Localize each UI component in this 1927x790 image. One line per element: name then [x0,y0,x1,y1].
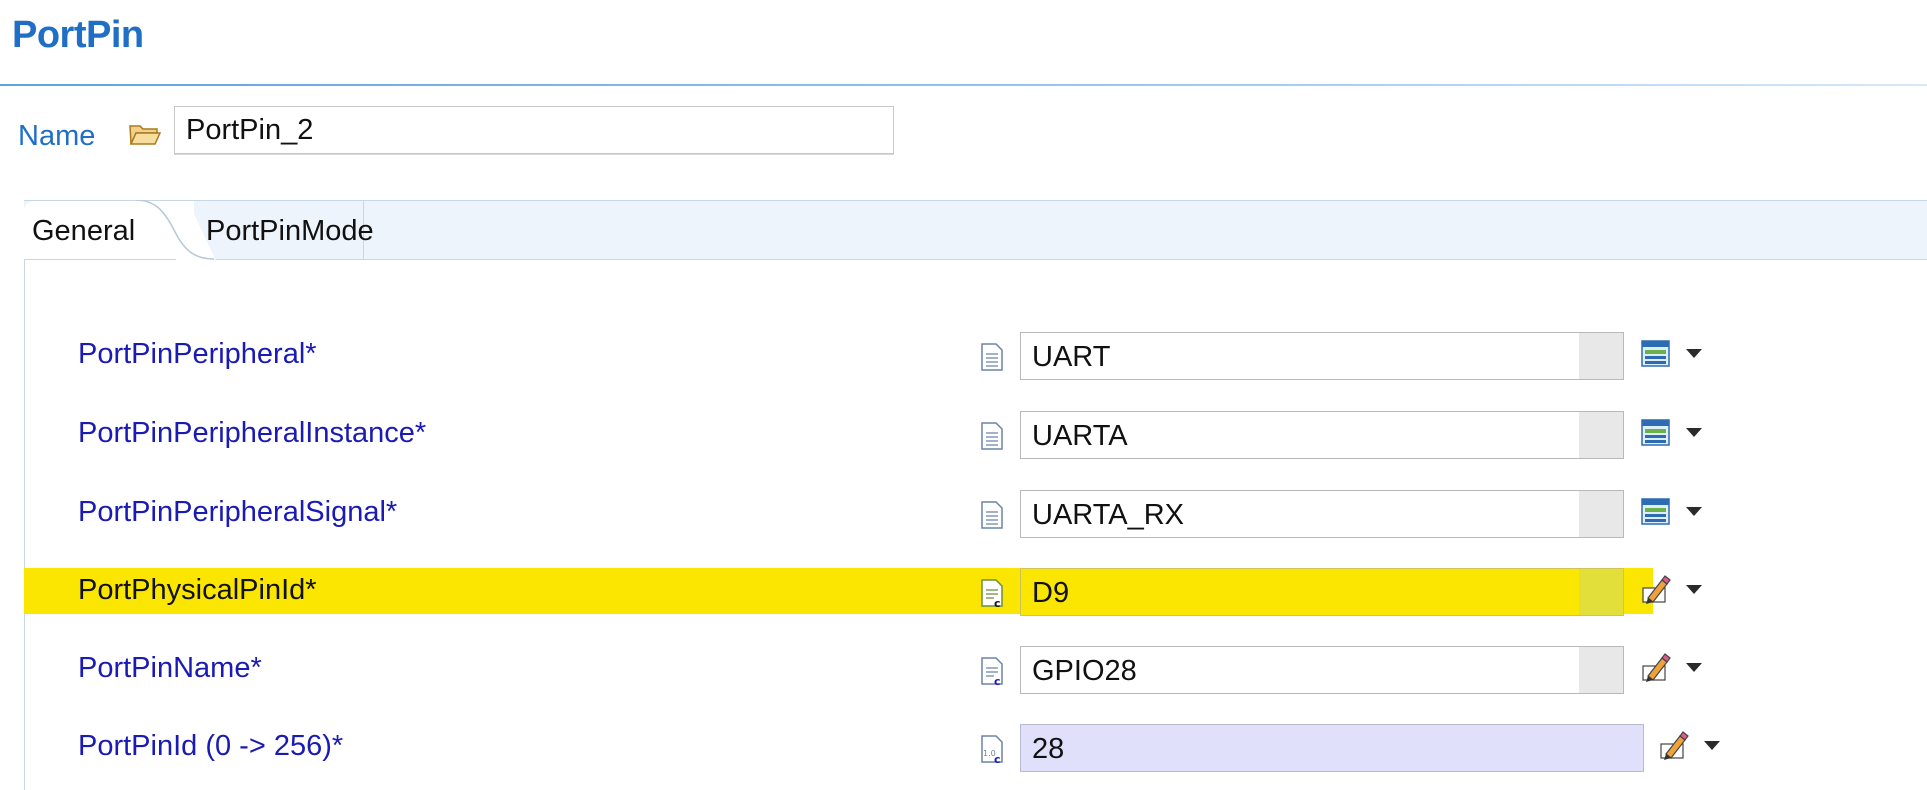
svg-text:c: c [994,753,1001,764]
param-value: GPIO28 [1032,655,1137,687]
field-scroll[interactable] [1579,569,1623,615]
param-value: UARTA [1032,420,1128,452]
tab-bar: General PortPinMode [24,200,1927,260]
field-scroll[interactable] [1579,333,1623,379]
param-value: 28 [1032,733,1065,765]
param-value-field[interactable]: UART [1020,332,1624,380]
dropdown-arrow-icon[interactable] [1686,663,1702,672]
title-divider [0,84,1927,86]
svg-text:c: c [994,675,1001,686]
tab-general[interactable]: General [24,201,194,259]
document-c-icon: c [981,579,1003,608]
dropdown-arrow-icon[interactable] [1686,428,1702,437]
param-value-field[interactable]: UARTA_RX [1020,490,1624,538]
param-label: PortPinId (0 -> 256)* [78,730,344,762]
svg-text:c: c [994,597,1001,608]
param-row-portpinname: PortPinName* c GPIO28 [0,646,1927,696]
document-icon [981,501,1003,529]
field-scroll[interactable] [1579,647,1623,693]
document-icon [981,422,1003,450]
param-label: PortPinPeripheralInstance* [78,417,427,449]
param-row-portphysicalpinid: PortPhysicalPinId* c D9 [0,568,1927,618]
list-select-icon[interactable] [1640,496,1672,528]
tab-general-label: General [32,215,136,247]
param-label: PortPinName* [78,652,262,684]
field-scroll[interactable] [1579,491,1623,537]
document-icon [981,343,1003,371]
param-label: PortPhysicalPinId* [78,574,317,606]
document-c-icon: c [981,657,1003,686]
list-select-icon[interactable] [1640,417,1672,449]
param-row-portpinid: PortPinId (0 -> 256)* 1.0 c 28 [0,724,1927,774]
param-value: UART [1032,341,1111,373]
dropdown-arrow-icon[interactable] [1686,349,1702,358]
edit-pencil-icon[interactable] [1640,574,1672,606]
param-row-portpinperipheralsignal: PortPinPeripheralSignal* UARTA_RX [0,490,1927,540]
param-row-portpinperipheral: PortPinPeripheral* UART [0,332,1927,382]
dropdown-arrow-icon[interactable] [1704,741,1720,750]
list-select-icon[interactable] [1640,338,1672,370]
dropdown-arrow-icon[interactable] [1686,585,1702,594]
tab-portpinmode-label: PortPinMode [206,215,374,247]
document-numeric-c-icon: 1.0 c [981,735,1003,764]
tab-portpinmode[interactable]: PortPinMode [184,201,374,259]
page-title: PortPin [12,14,144,56]
param-value-field[interactable]: UARTA [1020,411,1624,459]
param-value: D9 [1032,577,1070,609]
edit-pencil-icon[interactable] [1658,730,1690,762]
param-value-field[interactable]: 28 [1020,724,1644,772]
name-label: Name [18,120,96,152]
edit-pencil-icon[interactable] [1640,652,1672,684]
field-scroll[interactable] [1579,412,1623,458]
param-value-field[interactable]: D9 [1020,568,1624,616]
name-input-value: PortPin_2 [186,114,314,146]
param-row-portpinperipheralinstance: PortPinPeripheralInstance* UARTA [0,411,1927,461]
dropdown-arrow-icon[interactable] [1686,507,1702,516]
name-input[interactable]: PortPin_2 [174,106,894,154]
param-label: PortPinPeripheralSignal* [78,496,398,528]
param-value-field[interactable]: GPIO28 [1020,646,1624,694]
param-value: UARTA_RX [1032,499,1185,531]
folder-open-icon[interactable] [128,120,162,148]
param-label: PortPinPeripheral* [78,338,317,370]
